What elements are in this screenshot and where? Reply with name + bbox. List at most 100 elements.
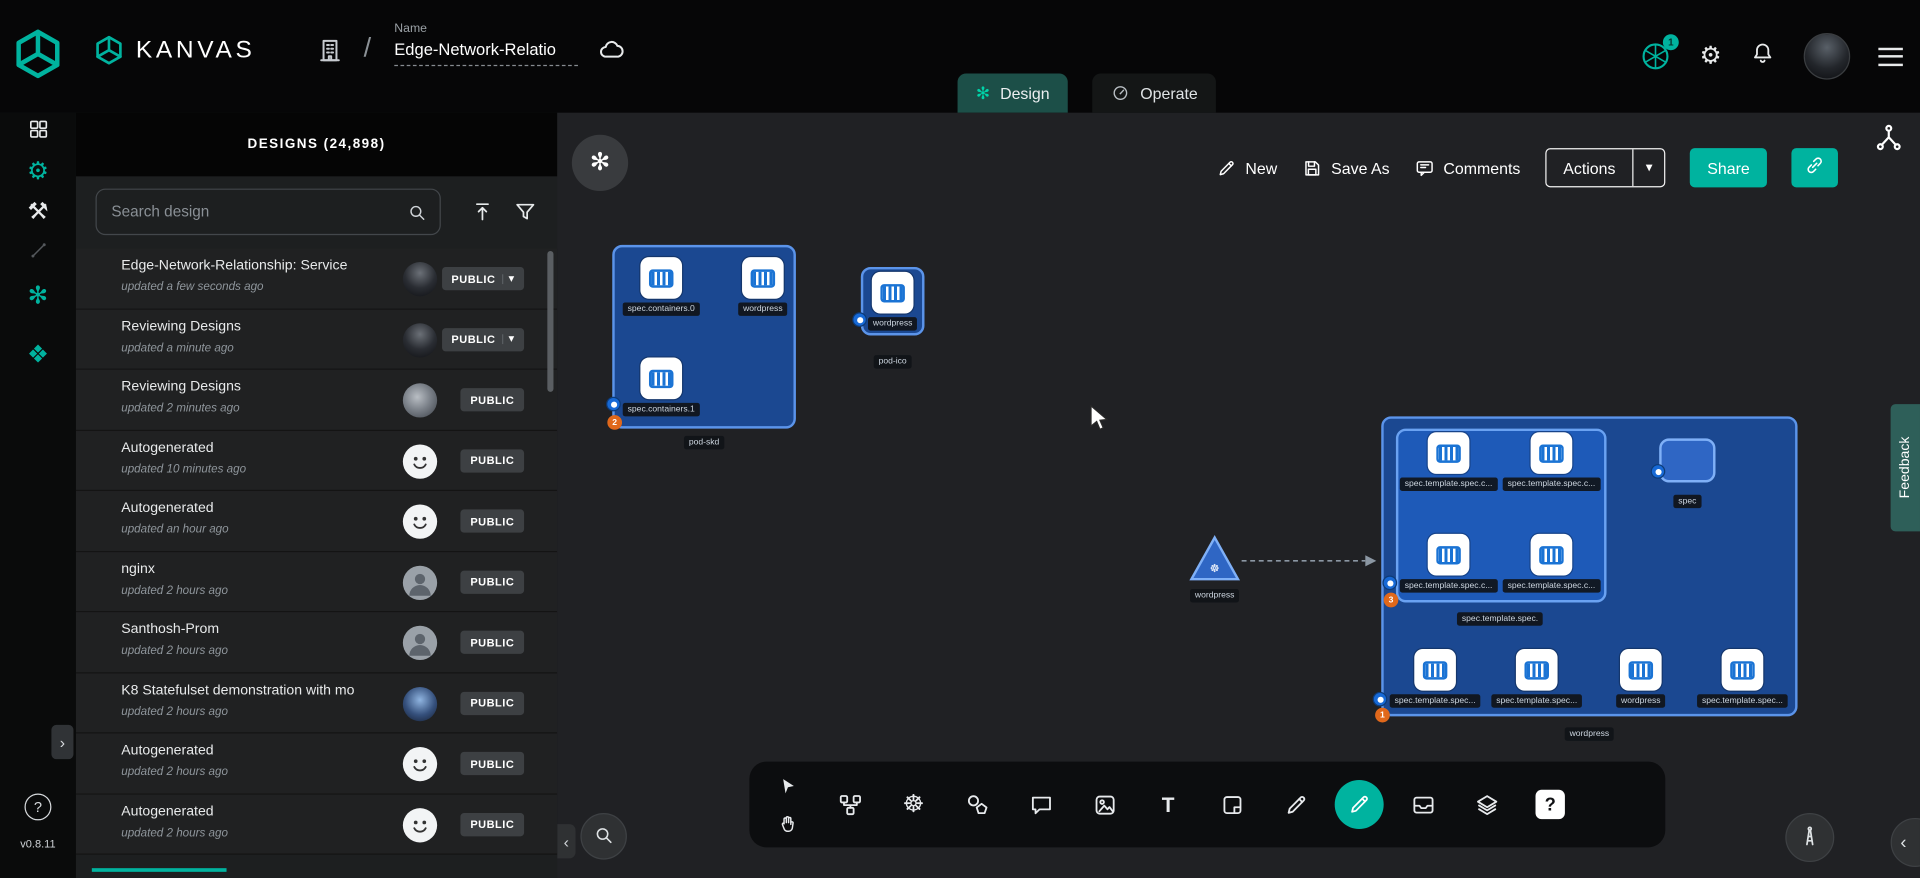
visibility-badge[interactable]: PUBLIC▾ <box>442 267 524 290</box>
chevron-down-icon[interactable]: ▾ <box>502 334 515 344</box>
status-badge[interactable] <box>1382 576 1397 591</box>
filter-button[interactable] <box>513 200 537 231</box>
container-node[interactable] <box>640 358 682 400</box>
import-design-button[interactable] <box>470 200 494 231</box>
design-list-item[interactable]: K8 Statefulset demonstration with moupda… <box>76 673 557 734</box>
tool-comment[interactable] <box>1016 780 1065 829</box>
design-list-item[interactable]: Reviewing Designsupdated 2 minutes agoPU… <box>76 370 557 431</box>
visibility-badge[interactable]: PUBLIC <box>461 570 525 593</box>
filter-icon <box>513 200 537 231</box>
container-node[interactable] <box>1428 534 1470 576</box>
status-badge[interactable] <box>852 312 867 327</box>
tool-graph[interactable] <box>825 780 874 829</box>
wordpress-triangle-node[interactable]: ☸ <box>1188 534 1242 589</box>
tool-layers[interactable] <box>1462 780 1511 829</box>
design-list-item[interactable]: Santhosh-Promupdated 2 hours agoPUBLIC <box>76 612 557 673</box>
tool-freehand[interactable] <box>1335 780 1384 829</box>
design-canvas[interactable]: pod-skdspec.containers.0wordpressspec.co… <box>557 113 1920 878</box>
designs-scrollbar-thumb[interactable] <box>547 251 553 392</box>
tool-pencil[interactable] <box>1271 780 1320 829</box>
tool-shapes[interactable] <box>953 780 1002 829</box>
issue-count-badge[interactable]: 2 <box>607 415 622 430</box>
search-design-input[interactable] <box>109 202 407 222</box>
rail-item-path[interactable] <box>0 240 76 267</box>
share-button[interactable]: Share <box>1690 148 1767 187</box>
design-list-item[interactable]: Autogeneratedupdated an hour agoPUBLIC <box>76 491 557 552</box>
visibility-badge[interactable]: PUBLIC <box>461 509 525 532</box>
spec-node[interactable] <box>1659 438 1715 482</box>
help-button[interactable]: ? <box>24 793 51 820</box>
design-list-item[interactable]: Autogeneratedupdated 10 minutes agoPUBLI… <box>76 430 557 491</box>
kubernetes-icon: ☸ <box>902 792 924 816</box>
issue-count-badge[interactable]: 3 <box>1384 593 1399 608</box>
zoom-button[interactable] <box>580 813 627 860</box>
visibility-badge[interactable]: PUBLIC <box>461 631 525 654</box>
brand[interactable]: KANVAS <box>93 34 255 66</box>
rail-item-lifecycle[interactable]: ⚙ <box>0 159 76 183</box>
kanvas-logo-icon[interactable] <box>11 27 65 87</box>
tool-note[interactable] <box>1207 780 1256 829</box>
rail-item-catalog[interactable]: ✻ <box>0 284 76 308</box>
visibility-badge[interactable]: PUBLIC <box>461 388 525 411</box>
tool-select[interactable] <box>769 770 806 802</box>
design-list-item[interactable]: nginxupdated 2 hours agoPUBLIC <box>76 552 557 613</box>
bell-icon[interactable] <box>1750 40 1776 72</box>
organization-icon[interactable] <box>316 37 344 71</box>
graph-branch-button[interactable] <box>1873 122 1904 159</box>
design-name-input[interactable] <box>394 38 578 66</box>
status-badge[interactable] <box>1373 692 1388 707</box>
design-list-item[interactable]: Edge-Network-Relationship: Serviceupdate… <box>76 249 557 310</box>
menu-icon[interactable] <box>1878 47 1902 65</box>
tool-media[interactable] <box>1080 780 1129 829</box>
container-node[interactable] <box>1414 649 1456 691</box>
user-avatar[interactable] <box>1804 33 1851 80</box>
container-node[interactable] <box>1722 649 1764 691</box>
status-badge[interactable] <box>606 397 621 412</box>
save-as-button[interactable]: Save As <box>1302 157 1390 178</box>
issue-count-badge[interactable]: 1 <box>1375 708 1390 723</box>
search-design-field[interactable] <box>96 189 441 236</box>
new-button[interactable]: New <box>1216 157 1277 178</box>
tool-pan[interactable] <box>769 807 806 839</box>
visibility-badge[interactable]: PUBLIC <box>461 691 525 714</box>
kanvas-dock-button[interactable]: ✻ <box>572 135 628 191</box>
tool-kubernetes[interactable]: ☸ <box>889 780 938 829</box>
signal-tower-icon <box>1798 823 1822 851</box>
collapse-left-panel-button[interactable]: ‹ <box>557 824 575 858</box>
expand-panel-button[interactable]: › <box>51 725 73 759</box>
visibility-badge[interactable]: PUBLIC <box>461 752 525 775</box>
tab-operate[interactable]: Operate <box>1092 73 1216 112</box>
cloud-sync-icon[interactable] <box>598 37 626 71</box>
design-list-item[interactable]: Autogeneratedupdated 2 hours agoPUBLIC <box>76 794 557 855</box>
tool-help[interactable]: ? <box>1526 780 1575 829</box>
signal-tower-button[interactable] <box>1785 813 1834 862</box>
meshery-notifications-button[interactable]: 1 <box>1640 40 1672 72</box>
container-node[interactable] <box>1531 432 1573 474</box>
container-node[interactable] <box>1516 649 1558 691</box>
tool-drawer[interactable] <box>1398 780 1447 829</box>
container-node[interactable] <box>742 257 784 299</box>
comments-button[interactable]: Comments <box>1414 157 1520 178</box>
chevron-down-icon[interactable]: ▾ <box>502 274 515 284</box>
visibility-badge[interactable]: PUBLIC <box>461 449 525 472</box>
chevron-down-icon[interactable]: ▾ <box>1633 149 1665 186</box>
tab-design[interactable]: ✻ Design <box>958 73 1068 112</box>
tool-text[interactable]: T <box>1144 780 1193 829</box>
container-node[interactable] <box>640 257 682 299</box>
container-node[interactable] <box>872 272 914 314</box>
visibility-badge[interactable]: PUBLIC <box>461 812 525 835</box>
actions-dropdown[interactable]: Actions ▾ <box>1545 148 1666 187</box>
settings-gear-icon[interactable]: ⚙ <box>1700 44 1722 68</box>
container-node[interactable] <box>1620 649 1662 691</box>
feedback-tab[interactable]: Feedback <box>1891 404 1920 531</box>
rail-item-toolkit[interactable]: ⚒ <box>0 201 76 224</box>
visibility-badge[interactable]: PUBLIC▾ <box>442 328 524 351</box>
design-list-item[interactable]: Autogeneratedupdated 2 hours agoPUBLIC <box>76 733 557 794</box>
rail-item-dashboard[interactable] <box>0 118 76 147</box>
design-list-item[interactable]: Reviewing Designsupdated a minute agoPUB… <box>76 309 557 370</box>
container-node[interactable] <box>1428 432 1470 474</box>
copy-link-button[interactable] <box>1791 148 1838 187</box>
rail-item-kanvas[interactable]: ❖ <box>0 343 76 367</box>
container-node[interactable] <box>1531 534 1573 576</box>
status-badge[interactable] <box>1651 464 1666 479</box>
